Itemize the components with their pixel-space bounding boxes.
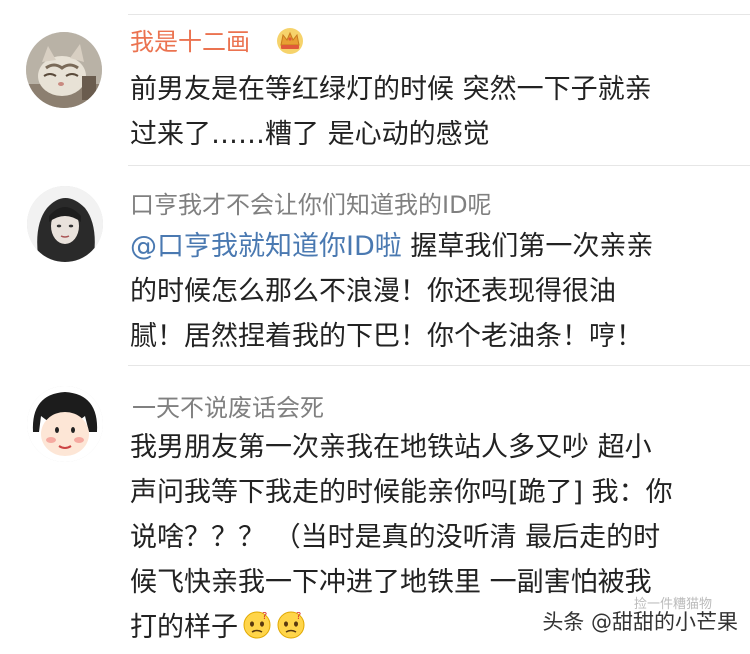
comment-text: 前男友是在等红绿灯的时候 突然一下子就亲 过来了……糟了 是心动的感觉 — [130, 67, 652, 157]
comment-line: 候飞快亲我一下冲进了地铁里 一副害怕被我 — [130, 567, 652, 598]
top-divider — [128, 14, 750, 15]
comment-line: 前男友是在等红绿灯的时候 突然一下子就亲 — [130, 74, 652, 105]
cartoon-girl-avatar-icon — [27, 386, 103, 462]
comment-divider — [128, 365, 750, 366]
comment-line: 腻！居然捏着我的下巴！你个老油条！哼！ — [130, 321, 643, 352]
avatar[interactable] — [27, 386, 103, 462]
avatar[interactable] — [27, 186, 103, 262]
confused-emoji-icon: ? — [242, 609, 272, 639]
watermark: 头条 @甜甜的小芒果 — [542, 610, 738, 634]
crown-icon — [275, 26, 305, 54]
comment-line: 声问我等下我走的时候能亲你吗[跪了] 我：你 — [130, 477, 673, 508]
confused-emoji-icon: ? — [276, 609, 306, 639]
comment-text: @口亨我就知道你ID啦 握草我们第一次亲亲 的时候怎么那么不浪漫！你还表现得很油… — [130, 224, 653, 359]
comment-line-rest: 握草我们第一次亲亲 — [401, 231, 654, 262]
comment-line: 我男朋友第一次亲我在地铁站人多又吵 超小 — [130, 432, 652, 463]
comment-divider — [128, 165, 750, 166]
comment-username[interactable]: 一天不说废话会死 — [132, 388, 324, 423]
comment-line: @口亨我就知道你ID啦 握草我们第一次亲亲 — [130, 224, 653, 269]
svg-text:?: ? — [296, 611, 301, 622]
comment-line-text: 打的样子 — [130, 612, 238, 643]
comment-username[interactable]: 我是十二画 — [130, 22, 250, 57]
girl-avatar-icon — [27, 186, 103, 262]
comment-line: 说啥？？？ （当时是真的没听清 最后走的时 — [130, 522, 661, 553]
comment-line: 的时候怎么那么不浪漫！你还表现得很油 — [130, 276, 616, 307]
comment-line: 过来了……糟了 是心动的感觉 — [130, 119, 490, 150]
svg-text:?: ? — [262, 611, 267, 622]
avatar[interactable] — [26, 32, 102, 108]
mention-link[interactable]: @口亨我就知道你ID啦 — [130, 231, 402, 262]
cat-avatar-icon — [26, 32, 102, 108]
comment-username[interactable]: 口亨我才不会让你们知道我的ID呢 — [130, 185, 492, 220]
